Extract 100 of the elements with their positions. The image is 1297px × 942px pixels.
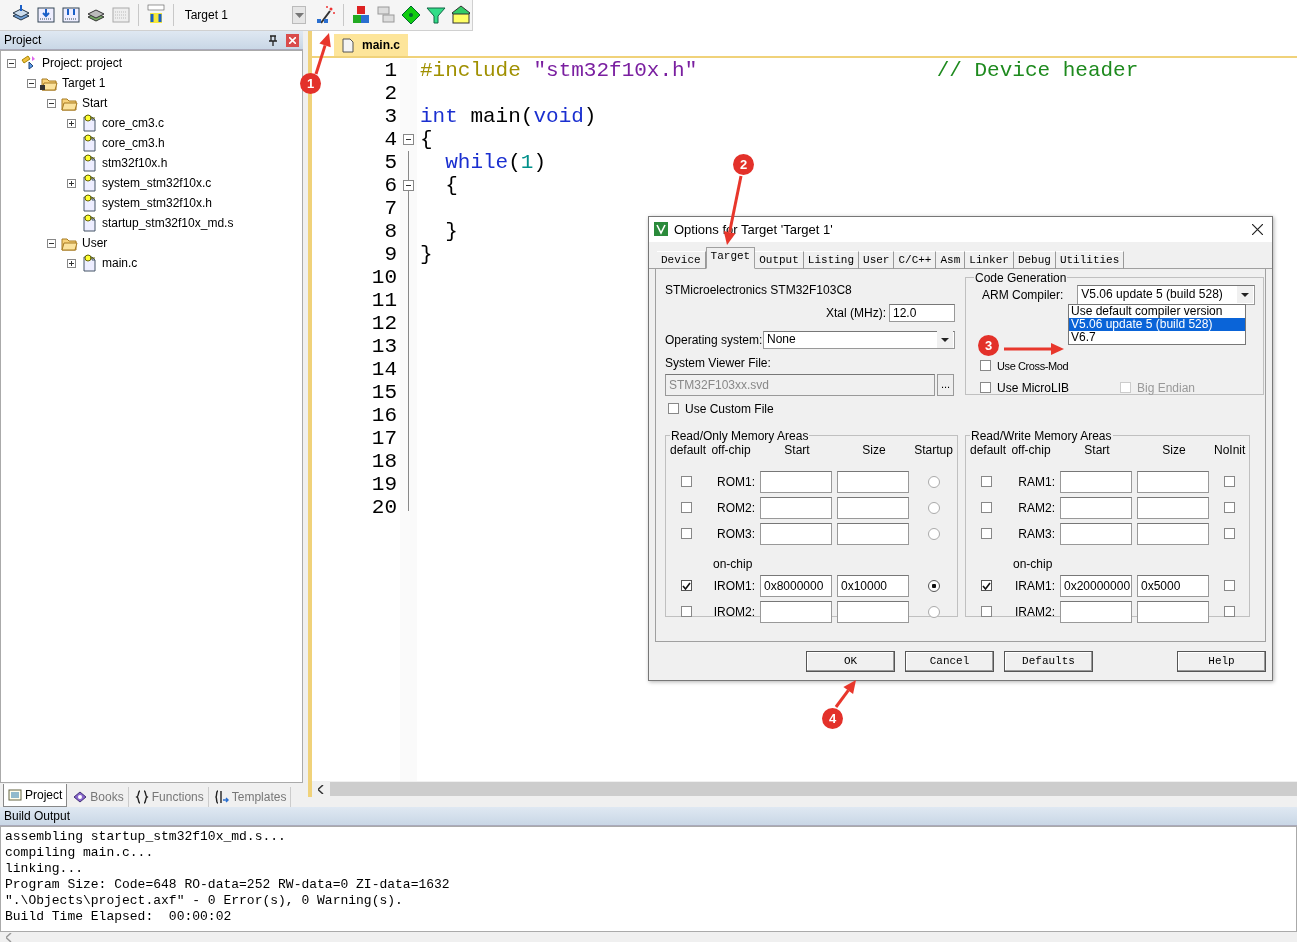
checkbox[interactable]	[1224, 580, 1236, 592]
checkbox[interactable]	[1224, 606, 1236, 618]
start-field[interactable]	[1060, 600, 1132, 623]
checkbox[interactable]	[680, 502, 692, 514]
checkbox[interactable]	[668, 403, 679, 415]
tree-toggle[interactable]	[47, 98, 56, 108]
start-field[interactable]	[1060, 470, 1132, 493]
start-field[interactable]	[1060, 496, 1132, 519]
tree-item[interactable]: system_stm32f10x.c	[102, 176, 212, 190]
size-field[interactable]	[1137, 522, 1209, 545]
checkbox[interactable]	[980, 528, 992, 540]
dialog-tab[interactable]: Utilities	[1055, 250, 1125, 269]
dialog-tab[interactable]: Output	[755, 250, 804, 269]
dialog-tab[interactable]: Listing	[803, 250, 860, 269]
dialog-button[interactable]: OK	[806, 650, 895, 672]
dropdown-option[interactable]: V6.7	[1069, 330, 1245, 344]
start-field[interactable]	[760, 600, 832, 623]
dropdown-option[interactable]: Use default compiler version	[1069, 304, 1245, 318]
close-button[interactable]	[1250, 222, 1264, 237]
start-field[interactable]: 0x8000000	[760, 574, 832, 597]
checkbox[interactable]	[680, 476, 692, 488]
dialog-button[interactable]: Defaults	[1004, 650, 1093, 672]
size-field[interactable]	[837, 496, 909, 519]
checkbox[interactable]	[1224, 502, 1236, 514]
start-field[interactable]: 0x20000000	[1060, 574, 1132, 597]
checkbox[interactable]	[1224, 528, 1236, 540]
radio-button[interactable]	[927, 579, 940, 592]
checkbox[interactable]	[980, 606, 992, 618]
tree-toggle[interactable]	[27, 78, 36, 88]
tree-item[interactable]: Project: project	[42, 56, 123, 70]
start-field[interactable]	[760, 496, 832, 519]
size-field[interactable]	[837, 470, 909, 493]
tree-item[interactable]: Start	[82, 96, 108, 110]
fold-toggle[interactable]	[403, 180, 414, 191]
dropdown-button[interactable]	[292, 6, 307, 24]
dropdown-option[interactable]: V5.06 update 5 (build 528)	[1069, 317, 1245, 331]
target-select[interactable]: Target 1	[179, 8, 290, 22]
package-icon[interactable]	[450, 4, 472, 26]
radio-button[interactable]	[927, 605, 940, 618]
download-icon[interactable]	[60, 4, 82, 26]
fold-toggle[interactable]	[403, 134, 414, 145]
dialog-tab[interactable]: Debug	[1013, 250, 1056, 269]
os-select[interactable]: None	[763, 330, 955, 349]
tree-toggle[interactable]	[7, 58, 16, 68]
load-icon[interactable]	[144, 4, 167, 26]
dialog-button[interactable]: Cancel	[905, 650, 994, 672]
dialog-tab[interactable]: C/C++	[894, 250, 937, 269]
magic-wand-icon[interactable]	[315, 4, 338, 26]
checkbox[interactable]	[980, 502, 992, 514]
dialog-tab[interactable]: Linker	[965, 250, 1014, 269]
compiler-select[interactable]: V5.06 update 5 (build 528)	[1077, 284, 1256, 305]
size-field[interactable]: 0x10000	[837, 574, 909, 597]
key-file-icon	[80, 114, 98, 132]
checkbox[interactable]	[680, 606, 692, 618]
start-field[interactable]	[760, 522, 832, 545]
tree-item[interactable]: system_stm32f10x.h	[102, 196, 213, 210]
checkbox[interactable]	[680, 580, 692, 592]
dialog-tab[interactable]: Device	[657, 250, 706, 269]
radio-button[interactable]	[927, 475, 940, 488]
checkbox[interactable]	[980, 476, 992, 488]
tree-item[interactable]: startup_stm32f10x_md.s	[102, 216, 234, 230]
checkbox[interactable]	[680, 528, 692, 540]
tree-toggle[interactable]	[47, 238, 56, 248]
checkbox[interactable]	[980, 360, 991, 372]
blocks-icon[interactable]	[350, 4, 372, 26]
tree-item[interactable]: stm32f10x.h	[102, 156, 168, 170]
size-field[interactable]: 0x5000	[1137, 574, 1209, 597]
tree-toggle[interactable]	[67, 178, 76, 188]
checkbox[interactable]	[1224, 476, 1236, 488]
tree-toggle[interactable]	[67, 258, 76, 268]
tree-toggle[interactable]	[67, 118, 76, 128]
panel-tab[interactable]: Project	[3, 784, 68, 807]
funnel-icon[interactable]	[425, 4, 447, 26]
start-field[interactable]	[760, 470, 832, 493]
checkbox-label: Big Endian	[1137, 380, 1196, 395]
radio-button[interactable]	[927, 527, 940, 540]
xtal-field[interactable]: 12.0	[889, 303, 955, 322]
tree-item[interactable]: core_cm3.h	[102, 136, 165, 150]
tree-item[interactable]: main.c	[102, 256, 138, 270]
pin-icon[interactable]	[268, 34, 278, 46]
dialog-tab[interactable]: Asm	[936, 250, 966, 269]
download-icon[interactable]	[35, 4, 57, 26]
size-field[interactable]	[1137, 496, 1209, 519]
start-field[interactable]	[1060, 522, 1132, 545]
size-field[interactable]	[837, 522, 909, 545]
dialog-tab[interactable]: Target	[705, 246, 756, 269]
size-field[interactable]	[1137, 470, 1209, 493]
radio-button[interactable]	[927, 501, 940, 514]
tree-item[interactable]: core_cm3.c	[102, 116, 165, 130]
checkbox[interactable]	[980, 580, 992, 592]
diamond-icon[interactable]	[400, 4, 422, 26]
tree-item[interactable]: Target 1	[62, 76, 106, 90]
tree-item[interactable]: User	[82, 236, 108, 250]
horizontal-scrollbar[interactable]	[308, 781, 1297, 797]
size-field[interactable]	[1137, 600, 1209, 623]
dialog-button[interactable]: Help	[1177, 650, 1266, 672]
dialog-tab[interactable]: User	[859, 250, 895, 269]
size-field[interactable]	[837, 600, 909, 623]
checkbox[interactable]	[980, 382, 991, 394]
file-tab[interactable]: main.c	[334, 34, 408, 56]
